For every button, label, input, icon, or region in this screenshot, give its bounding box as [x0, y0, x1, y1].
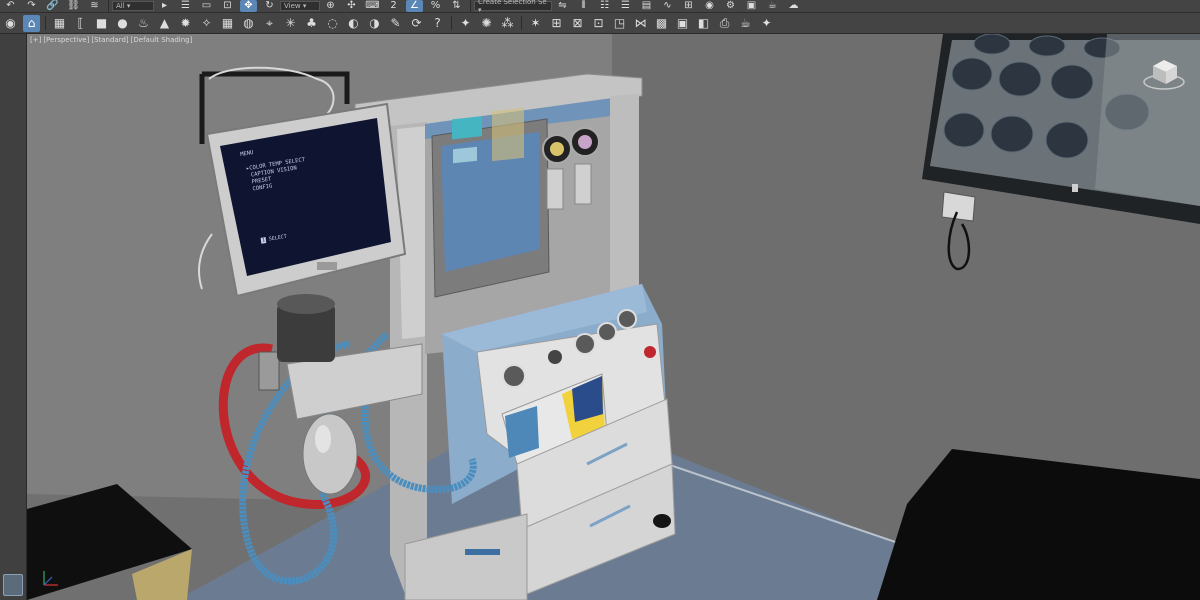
left-panel-button[interactable] — [3, 574, 23, 596]
main-toolbar: ↶ ↷ 🔗 ⛓ ≋ All ▾ ▸ ☰ ▭ ⊡ ✥ ↻ View ▾ ⊕ ✣ ⌨ 2 ∠% ⇅ Create Sele… — [0, 0, 1200, 14]
left-command-strip — [0, 34, 27, 600]
anesthesia-machine — [354, 73, 676, 600]
print-icon[interactable]: ⎙ — [716, 15, 733, 32]
material-map-icon[interactable]: ◑ — [366, 15, 383, 32]
render-online-icon[interactable]: ☁ — [785, 0, 802, 12]
flow-icon[interactable]: ⋈ — [632, 15, 649, 32]
sun-light-icon[interactable]: ✹ — [177, 15, 194, 32]
plant-icon[interactable]: ♣ — [303, 15, 320, 32]
viewport-label-part[interactable]: [+] — [30, 36, 41, 44]
quad-menu-icon[interactable]: ⊞ — [548, 15, 565, 32]
secondary-toolbar: ◉ ⌂ ▦ ⟦ ■ ● ♨ ▲ ✹ ✧ ▦ ◍ ⌖ ✳ ♣ ◌ ◐ ◑ ✎ ⟳? ✦ ✺ ⁂ ✶ ⊞ ⊠ ⊡ ◳ ⋈ ▩ ▣ ◧ ⎙ ☕ ✦ — [0, 13, 1200, 34]
bind-spacewarp-icon[interactable]: ≋ — [86, 0, 103, 12]
link-icon[interactable]: 🔗 — [44, 0, 61, 12]
percent-snap-icon[interactable]: % — [427, 0, 444, 12]
curve-editor-icon[interactable]: ∿ — [659, 0, 676, 12]
geosphere-icon[interactable]: ◍ — [240, 15, 257, 32]
render-production-icon[interactable]: ☕ — [764, 0, 781, 12]
align-icon[interactable]: ⫴ — [575, 0, 592, 12]
selection-filter-dropdown[interactable]: All ▾ — [112, 1, 154, 11]
viewport-label-part[interactable]: [Default Shading] — [131, 36, 193, 44]
use-pivot-center-icon[interactable]: ⊕ — [322, 0, 339, 12]
schematic-view-icon[interactable]: ⊞ — [680, 0, 697, 12]
toolbar-separator — [521, 16, 522, 30]
camera-2-icon[interactable]: ▣ — [674, 15, 691, 32]
teapot-2-icon[interactable]: ☕ — [737, 15, 754, 32]
rendered-frame-window-icon[interactable]: ▣ — [743, 0, 760, 12]
render-setup-icon[interactable]: ⚙ — [722, 0, 739, 12]
named-selection-sets-dropdown[interactable]: Create Selection Se ▾ — [474, 0, 552, 14]
angle-snap-icon[interactable]: ∠ — [406, 0, 423, 12]
select-manipulate-icon[interactable]: ✣ — [343, 0, 360, 12]
select-by-name-icon[interactable]: ☰ — [177, 0, 194, 12]
stamp-icon[interactable]: ▩ — [653, 15, 670, 32]
toggle-ribbon-icon[interactable]: ▤ — [638, 0, 655, 12]
toolbar-separator — [45, 16, 46, 30]
cone-icon[interactable]: ▲ — [156, 15, 173, 32]
snap-toggle-icon[interactable]: 2 — [385, 0, 402, 12]
help-icon[interactable]: ? — [429, 15, 446, 32]
monitor-menu-footer: SELECT — [268, 233, 288, 243]
helper-icon[interactable]: ⌖ — [261, 15, 278, 32]
spot-light-icon[interactable]: ✧ — [198, 15, 215, 32]
spray-icon[interactable]: ⁂ — [499, 15, 516, 32]
brackets-icon[interactable]: ⟦ — [72, 15, 89, 32]
grid-icon[interactable]: ▦ — [219, 15, 236, 32]
keyboard-shortcut-icon[interactable]: ⌨ — [364, 0, 381, 12]
mirror-icon[interactable]: ⇋ — [554, 0, 571, 12]
light-bulb-icon[interactable]: ✦ — [457, 15, 474, 32]
select-object-icon[interactable]: ▸ — [156, 0, 173, 12]
camera-icon[interactable]: ⊡ — [590, 15, 607, 32]
viewport-label: [+] [Perspective] [Standard] [Default Shadi… — [30, 36, 194, 44]
spinner-snap-icon[interactable]: ⇅ — [448, 0, 465, 12]
redo-icon[interactable]: ↷ — [23, 0, 40, 12]
globe-icon[interactable]: ◌ — [324, 15, 341, 32]
toolbar-separator — [451, 16, 452, 30]
toggle-layer-explorer-icon[interactable]: ☰ — [617, 0, 634, 12]
home-grid-icon[interactable]: ⌂ — [23, 14, 40, 32]
box-icon[interactable]: ■ — [93, 15, 110, 32]
viewport-label-part[interactable]: [Standard] — [91, 36, 128, 44]
material-icon[interactable]: ◐ — [345, 15, 362, 32]
viewport-eye-icon[interactable]: ◉ — [2, 15, 19, 32]
sky-icon[interactable]: ✺ — [478, 15, 495, 32]
sphere-icon[interactable]: ● — [114, 15, 131, 32]
window-crossing-icon[interactable]: ⊡ — [219, 0, 236, 12]
select-move-icon[interactable]: ✥ — [240, 0, 257, 12]
perspective-viewport[interactable]: MENU ▸COLOR TEMP SELECT CAPTION VISION PRE… — [27, 34, 1200, 600]
toolbar-separator — [470, 0, 471, 13]
toggle-scene-explorer-icon[interactable]: ☷ — [596, 0, 613, 12]
monitor-menu: MENU ▸COLOR TEMP SELECT CAPTION VISION PRE… — [240, 129, 402, 262]
tape-icon[interactable]: ◧ — [695, 15, 712, 32]
undo-icon[interactable]: ↶ — [2, 0, 19, 12]
bulb-2-icon[interactable]: ✦ — [758, 15, 775, 32]
unlink-icon[interactable]: ⛓ — [65, 0, 82, 12]
material-editor-icon[interactable]: ◉ — [701, 0, 718, 12]
scene-render — [27, 34, 1200, 600]
rect-selection-icon[interactable]: ▭ — [198, 0, 215, 12]
viewport-label-part[interactable]: [Perspective] — [43, 36, 89, 44]
axis-tripod — [38, 565, 64, 595]
object-paint-icon[interactable]: ✎ — [387, 15, 404, 32]
select-rotate-icon[interactable]: ↻ — [261, 0, 278, 12]
morph-icon[interactable]: ⊠ — [569, 15, 586, 32]
layer-manager-icon[interactable]: ▦ — [51, 15, 68, 32]
particle-icon[interactable]: ✳ — [282, 15, 299, 32]
teapot-icon[interactable]: ♨ — [135, 15, 152, 32]
toolbar-separator — [108, 0, 109, 13]
reference-coordinate-dropdown[interactable]: View ▾ — [280, 1, 320, 11]
dummy-icon[interactable]: ◳ — [611, 15, 628, 32]
scene-states-icon[interactable]: ⟳ — [408, 15, 425, 32]
fire-icon[interactable]: ✶ — [527, 15, 544, 32]
